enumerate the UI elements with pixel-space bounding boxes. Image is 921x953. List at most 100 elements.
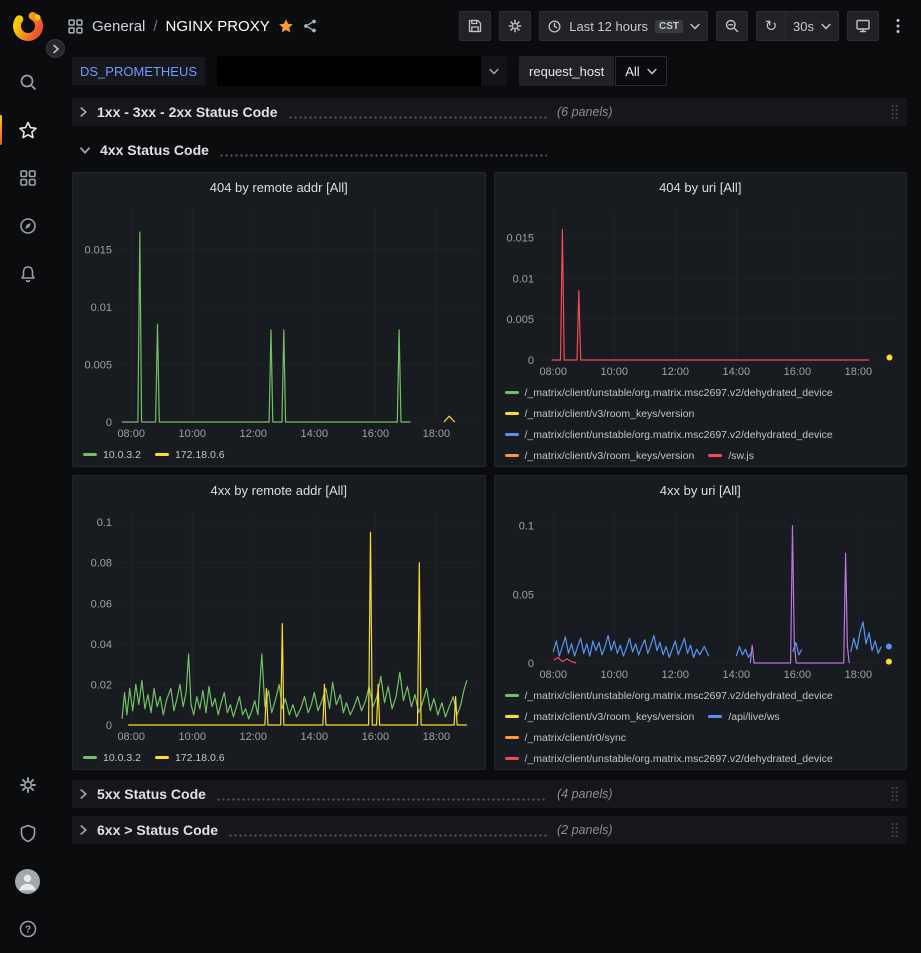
drag-handle-icon[interactable] <box>890 104 899 120</box>
legend-item[interactable]: /_matrix/client/v3/room_keys/version <box>505 445 695 466</box>
sidebar-item-alerting[interactable] <box>0 250 55 298</box>
row-title: 5xx Status Code <box>97 786 206 802</box>
grafana-logo-icon <box>11 9 45 43</box>
breadcrumb-section[interactable]: General <box>92 18 145 35</box>
svg-text:10:00: 10:00 <box>178 428 206 440</box>
svg-text:0.04: 0.04 <box>91 639 112 651</box>
chart-canvas[interactable]: 08:0010:0012:0014:0016:0018:0000.0050.01… <box>73 201 485 442</box>
sidebar-item-server-admin[interactable] <box>0 809 55 857</box>
svg-text:0: 0 <box>527 658 533 670</box>
legend-item[interactable]: /_matrix/client/unstable/org.matrix.msc2… <box>505 748 833 769</box>
grafana-logo[interactable] <box>10 8 46 44</box>
legend-item[interactable]: 172.18.0.6 <box>155 747 225 768</box>
monitor-icon <box>855 18 871 34</box>
legend-swatch <box>505 694 519 697</box>
legend-swatch <box>505 715 519 718</box>
svg-text:18:00: 18:00 <box>423 731 451 743</box>
row-1xx-3xx-2xx[interactable]: 1xx - 3xx - 2xx Status Code (6 panels) <box>72 98 907 126</box>
sidebar-item-search[interactable] <box>0 58 55 106</box>
chevron-down-icon <box>647 68 657 75</box>
chevron-down-icon <box>79 146 91 155</box>
time-range-picker[interactable]: Last 12 hours CST <box>539 11 708 41</box>
panel-title[interactable]: 4xx by remote addr [All] <box>73 476 485 504</box>
sidebar-item-profile[interactable] <box>0 857 55 905</box>
sidebar-item-explore[interactable] <box>0 202 55 250</box>
svg-text:08:00: 08:00 <box>539 366 567 378</box>
legend-label: /_matrix/client/v3/room_keys/version <box>525 408 695 420</box>
drag-handle-icon[interactable] <box>890 786 899 802</box>
panel-legend: 10.0.3.2 172.18.0.6 <box>73 745 485 769</box>
zoom-out-button[interactable] <box>716 11 748 41</box>
legend-item[interactable]: /_matrix/client/unstable/org.matrix.msc2… <box>505 382 833 403</box>
request-host-value: All <box>625 64 639 79</box>
refresh-button[interactable]: ↻ <box>756 11 786 41</box>
nav-actions: Last 12 hours CST ↻ 30s <box>459 11 909 41</box>
chart-canvas[interactable]: 08:0010:0012:0014:0016:0018:0000.050.1 <box>495 504 907 683</box>
panel-title[interactable]: 404 by remote addr [All] <box>73 173 485 201</box>
legend-item[interactable]: /_matrix/client/r0/sync <box>505 727 627 748</box>
dashboard-title[interactable]: NGINX PROXY <box>166 18 270 35</box>
legend-item[interactable]: 172.18.0.6 <box>155 444 225 465</box>
save-icon <box>467 18 483 34</box>
row-4xx[interactable]: 4xx Status Code <box>72 136 907 164</box>
row-leader-dots <box>228 834 547 837</box>
legend-swatch <box>505 757 519 760</box>
legend-item[interactable]: /_matrix/client/v3/room_keys/version <box>505 706 695 727</box>
clock-icon <box>547 19 562 34</box>
legend-item[interactable]: 10.0.3.2 <box>83 444 141 465</box>
svg-text:10:00: 10:00 <box>178 731 206 743</box>
svg-text:14:00: 14:00 <box>301 731 329 743</box>
drag-handle-icon[interactable] <box>890 822 899 838</box>
top-nav: General / NGINX PROXY <box>55 0 921 52</box>
legend-label: 10.0.3.2 <box>103 752 141 764</box>
share-dashboard-button[interactable] <box>302 18 318 34</box>
chart-canvas[interactable]: 08:0010:0012:0014:0016:0018:0000.0050.01… <box>495 201 907 380</box>
request-host-select[interactable]: All <box>615 56 666 86</box>
tv-mode-button[interactable] <box>847 11 879 41</box>
sidebar-item-configuration[interactable] <box>0 761 55 809</box>
kebab-menu-button[interactable] <box>887 11 909 41</box>
compass-icon <box>18 216 38 236</box>
row-left: 1xx - 3xx - 2xx Status Code <box>79 104 557 120</box>
row-left: 6xx > Status Code <box>79 822 557 838</box>
chevron-right-icon <box>79 106 88 118</box>
zoom-out-icon <box>724 18 740 34</box>
refresh-icon: ↻ <box>765 19 778 34</box>
legend-item[interactable]: /api/live/ws <box>708 706 779 727</box>
legend-label: /api/live/ws <box>728 711 779 723</box>
legend-item[interactable]: /_matrix/client/unstable/org.matrix.msc2… <box>505 685 833 706</box>
svg-text:0.01: 0.01 <box>512 273 533 285</box>
shield-icon <box>18 823 38 843</box>
favorite-star-button[interactable] <box>278 18 294 34</box>
datasource-variable-label[interactable]: DS_PROMETHEUS <box>72 57 205 85</box>
legend-swatch <box>505 433 519 436</box>
panel-title[interactable]: 4xx by uri [All] <box>495 476 907 504</box>
legend-item[interactable]: /_matrix/client/unstable/org.matrix.msc2… <box>505 424 833 445</box>
panel-title[interactable]: 404 by uri [All] <box>495 173 907 201</box>
timezone-badge: CST <box>655 20 683 33</box>
sidebar-item-help[interactable]: ? <box>0 905 55 953</box>
legend-swatch <box>155 453 169 456</box>
legend-swatch <box>505 412 519 415</box>
variables-submenu: DS_PROMETHEUS request_host All <box>55 52 921 90</box>
dashboard-settings-button[interactable] <box>499 11 531 41</box>
sidebar-item-dashboards[interactable] <box>0 154 55 202</box>
row-6xx[interactable]: 6xx > Status Code (2 panels) <box>72 816 907 844</box>
svg-text:16:00: 16:00 <box>783 366 811 378</box>
save-dashboard-button[interactable] <box>459 11 491 41</box>
row-5xx[interactable]: 5xx Status Code (4 panels) <box>72 780 907 808</box>
datasource-select[interactable] <box>217 56 507 86</box>
legend-item[interactable]: 10.0.3.2 <box>83 747 141 768</box>
legend-item[interactable]: /sw.js <box>708 445 754 466</box>
sidebar-expand-button[interactable] <box>46 39 65 58</box>
chevron-right-icon <box>79 824 88 836</box>
legend-item[interactable]: /_matrix/client/v3/room_keys/version <box>505 403 695 424</box>
refresh-interval-picker[interactable]: 30s <box>786 11 839 41</box>
legend-label: /sw.js <box>728 450 754 462</box>
svg-text:0.05: 0.05 <box>512 589 533 601</box>
chart-canvas[interactable]: 08:0010:0012:0014:0016:0018:0000.020.040… <box>73 504 485 745</box>
panel-404-by-remote-addr: 404 by remote addr [All] 08:0010:0012:00… <box>72 172 486 467</box>
svg-text:0.06: 0.06 <box>91 598 112 610</box>
sidebar-item-starred[interactable] <box>0 106 55 154</box>
dashboard-body: 1xx - 3xx - 2xx Status Code (6 panels) 4… <box>55 90 921 953</box>
